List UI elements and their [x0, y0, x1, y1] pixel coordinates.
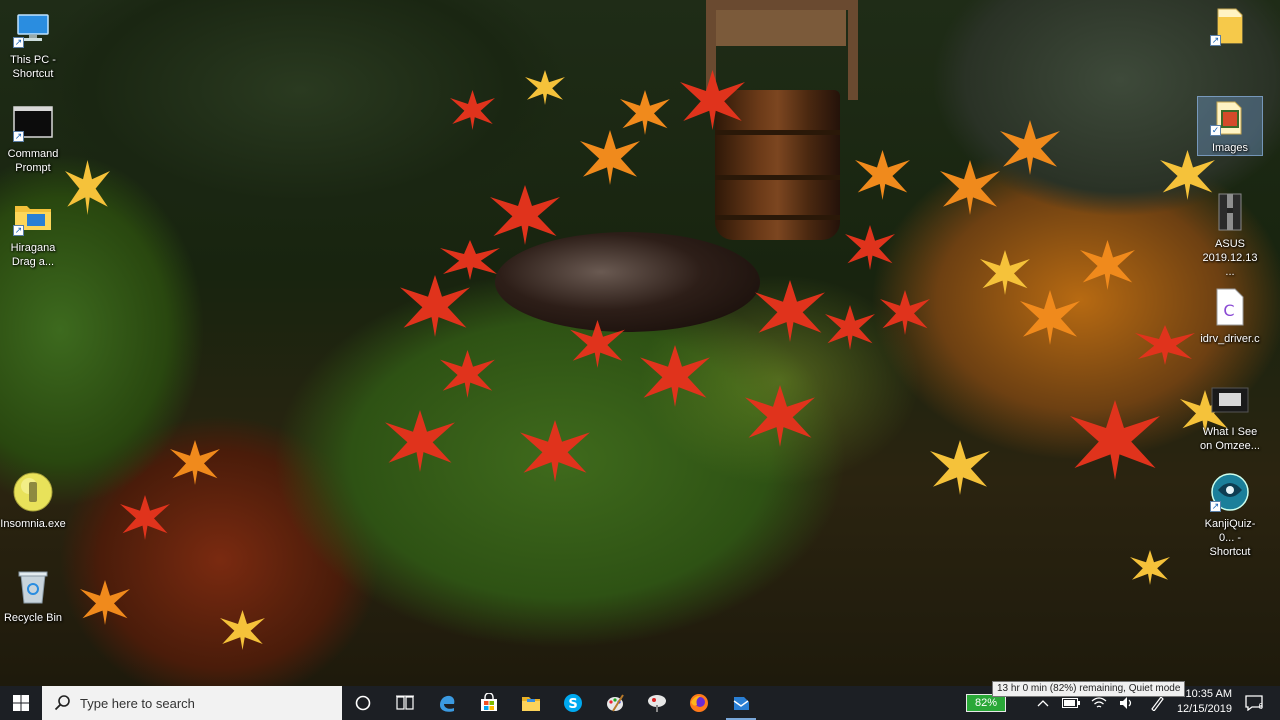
- action-center-button[interactable]: 6: [1244, 693, 1264, 713]
- desktop-icon-label: Insomnia.exe: [0, 518, 66, 530]
- desktop-icon-idrv-driver[interactable]: C idrv_driver.c: [1197, 285, 1263, 346]
- insomnia-icon: [11, 470, 55, 514]
- battery-tooltip: 13 hr 0 min (82%) remaining, Quiet mode: [992, 681, 1186, 697]
- video-file-icon: [1208, 378, 1252, 422]
- taskbar-store[interactable]: [468, 686, 510, 720]
- cortana-button[interactable]: [342, 686, 384, 720]
- wallpaper-bucket-bar: [716, 10, 846, 46]
- folder-icon: [522, 697, 540, 711]
- desktop-icon-kanjiquiz[interactable]: ↗ KanjiQuiz-0... - Shortcut: [1197, 470, 1263, 559]
- desktop-icon-recycle-bin[interactable]: Recycle Bin: [0, 564, 66, 625]
- recycle-bin-icon: [11, 564, 55, 608]
- taskbar-firefox[interactable]: [678, 686, 720, 720]
- desktop-icon-label: Recycle Bin: [3, 612, 63, 624]
- globe-app-icon: ↗: [1208, 470, 1252, 514]
- folder-icon: ↗: [11, 194, 55, 238]
- wifi-icon: [1091, 697, 1107, 708]
- desktop-icon-asus-archive[interactable]: ASUS 2019.12.13 ...: [1197, 190, 1263, 279]
- taskbar-edge[interactable]: [426, 686, 468, 720]
- desktop-icon-folder-unnamed[interactable]: ↗: [1197, 4, 1263, 51]
- desktop-icon-label: Command Prompt: [7, 148, 59, 174]
- skype-icon: S: [564, 694, 582, 712]
- computer-icon: ↗: [11, 6, 55, 50]
- taskbar-file-explorer[interactable]: [510, 686, 552, 720]
- chevron-up-icon: [1037, 700, 1049, 707]
- desktop-icon-insomnia[interactable]: Insomnia.exe: [0, 470, 66, 531]
- taskbar-mail[interactable]: [720, 686, 762, 720]
- desktop-wallpaper: [0, 0, 1280, 686]
- desktop-icon-label: KanjiQuiz-0... - Shortcut: [1204, 518, 1256, 558]
- wallpaper-pond: [495, 232, 760, 332]
- desktop-icon-label: This PC - Shortcut: [10, 54, 56, 80]
- task-view-button[interactable]: [384, 686, 426, 720]
- c-file-icon: C: [1208, 285, 1252, 329]
- taskbar-snipping[interactable]: [636, 686, 678, 720]
- desktop-icon-label: Images: [1211, 142, 1249, 154]
- svg-text:C: C: [1223, 301, 1234, 320]
- desktop-icon-this-pc[interactable]: ↗ This PC - Shortcut: [0, 6, 66, 81]
- desktop-icon-label: idrv_driver.c: [1200, 333, 1260, 345]
- desktop-icon-hiragana[interactable]: ↗ Hiragana Drag a...: [0, 194, 66, 269]
- paint-icon: [607, 694, 624, 712]
- mail-icon: [733, 697, 749, 710]
- archive-icon: [1208, 190, 1252, 234]
- desktop-icon-images[interactable]: ✓ Images: [1197, 96, 1263, 156]
- task-view-icon: [396, 695, 414, 710]
- clock-date: 12/15/2019: [1176, 703, 1232, 715]
- speaker-icon: [1120, 697, 1132, 709]
- windows-logo-icon: [13, 695, 29, 711]
- svg-text:S: S: [568, 697, 577, 712]
- folder-icon: ✓: [1208, 97, 1252, 138]
- circle-icon: [355, 695, 371, 711]
- snip-icon: [648, 695, 666, 712]
- taskbar-paint[interactable]: [594, 686, 636, 720]
- folder-icon: ↗: [1208, 4, 1252, 48]
- terminal-icon: ↗: [11, 100, 55, 144]
- start-button[interactable]: [0, 686, 42, 720]
- notification-count: 6: [1258, 702, 1263, 711]
- battery-icon: [1062, 698, 1080, 708]
- store-icon: [481, 693, 497, 711]
- taskbar-search[interactable]: [42, 686, 342, 720]
- desktop-icon-label: ASUS 2019.12.13 ...: [1202, 238, 1258, 278]
- pen-icon: [1151, 696, 1164, 711]
- desktop-icon-command-prompt[interactable]: ↗ Command Prompt: [0, 100, 66, 175]
- search-icon: [54, 695, 70, 711]
- desktop-icon-label: What I See on Omzee...: [1200, 426, 1260, 452]
- edge-icon: [440, 695, 455, 712]
- firefox-icon: [690, 694, 708, 712]
- desktop-icon-label: Hiragana Drag a...: [10, 242, 56, 268]
- desktop-icon-what-i-see[interactable]: What I See on Omzee...: [1197, 378, 1263, 453]
- search-input[interactable]: [80, 695, 320, 711]
- taskbar-skype[interactable]: S: [552, 686, 594, 720]
